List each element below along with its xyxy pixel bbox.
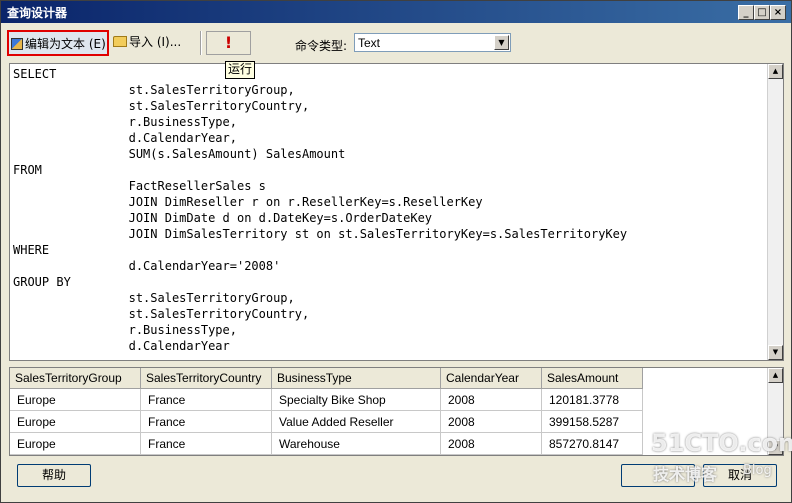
import-button[interactable]: 导入 (I)... bbox=[113, 33, 181, 50]
table-cell: 2008 bbox=[440, 388, 542, 411]
sql-line: FactResellerSales s bbox=[13, 179, 266, 193]
sql-line: st.SalesTerritoryCountry, bbox=[13, 99, 310, 113]
watermark-blog: Blog bbox=[743, 463, 772, 478]
table-row[interactable]: Europe France Value Added Reseller 2008 … bbox=[10, 410, 643, 433]
results-header-row: SalesTerritoryGroup SalesTerritoryCountr… bbox=[10, 368, 643, 389]
sql-line: r.BusinessType, bbox=[13, 115, 237, 129]
edit-as-text-button[interactable]: 编辑为文本 (E) bbox=[7, 30, 109, 56]
scroll-up-icon[interactable]: ▲ bbox=[768, 368, 783, 383]
column-header[interactable]: BusinessType bbox=[271, 368, 441, 389]
help-button[interactable]: 帮助 bbox=[17, 464, 91, 487]
scroll-down-icon[interactable]: ▼ bbox=[768, 345, 783, 360]
sql-line: WHERE bbox=[13, 243, 50, 257]
exclamation-icon: ! bbox=[224, 33, 233, 52]
sql-line: FROM bbox=[13, 163, 42, 177]
folder-open-icon bbox=[113, 36, 127, 47]
table-cell: France bbox=[140, 432, 272, 455]
watermark-text: 技术博客 bbox=[653, 465, 718, 484]
title-bar[interactable]: 查询设计器 _ □ × bbox=[1, 1, 791, 23]
sql-line: d.CalendarYear, bbox=[13, 131, 237, 145]
sql-line: st.SalesTerritoryCountry, bbox=[13, 307, 310, 321]
table-row[interactable]: Europe France Specialty Bike Shop 2008 1… bbox=[10, 388, 643, 411]
command-type-select[interactable]: Text ▼ bbox=[354, 33, 511, 52]
watermark-logo: 51CTO.com bbox=[651, 429, 792, 457]
sql-text[interactable]: SELECT st.SalesTerritoryGroup, st.SalesT… bbox=[13, 66, 627, 354]
column-header[interactable]: SalesTerritoryCountry bbox=[140, 368, 272, 389]
table-cell: Warehouse bbox=[271, 432, 441, 455]
table-row[interactable]: Europe France Warehouse 2008 857270.8147 bbox=[10, 432, 643, 455]
table-cell: Value Added Reseller bbox=[271, 410, 441, 433]
column-header[interactable]: CalendarYear bbox=[440, 368, 542, 389]
column-header[interactable]: SalesAmount bbox=[541, 368, 643, 389]
maximize-icon[interactable]: □ bbox=[754, 5, 770, 20]
sql-line: st.SalesTerritoryGroup, bbox=[13, 83, 295, 97]
table-cell: 857270.8147 bbox=[541, 432, 643, 455]
run-button[interactable]: ! bbox=[206, 31, 251, 55]
table-cell: Europe bbox=[10, 432, 141, 455]
scroll-up-icon[interactable]: ▲ bbox=[768, 64, 783, 79]
table-cell: 399158.5287 bbox=[541, 410, 643, 433]
import-label: 导入 (I)... bbox=[129, 35, 182, 49]
column-header[interactable]: SalesTerritoryGroup bbox=[10, 368, 141, 389]
sql-line: JOIN DimDate d on d.DateKey=s.OrderDateK… bbox=[13, 211, 433, 225]
edit-text-icon bbox=[11, 38, 23, 50]
close-icon[interactable]: × bbox=[770, 5, 786, 20]
chevron-down-icon[interactable]: ▼ bbox=[494, 35, 509, 50]
sql-line: GROUP BY bbox=[13, 275, 71, 289]
sql-line: d.CalendarYear='2008' bbox=[13, 259, 281, 273]
table-cell: France bbox=[140, 410, 272, 433]
sql-scrollbar[interactable]: ▲ ▼ bbox=[767, 64, 783, 360]
results-table: SalesTerritoryGroup SalesTerritoryCountr… bbox=[10, 368, 643, 455]
table-cell: 2008 bbox=[440, 410, 542, 433]
sql-line: r.BusinessType, bbox=[13, 323, 237, 337]
sql-line: SUM(s.SalesAmount) SalesAmount bbox=[13, 147, 346, 161]
table-cell: France bbox=[140, 388, 272, 411]
table-cell: 2008 bbox=[440, 432, 542, 455]
table-cell: Specialty Bike Shop bbox=[271, 388, 441, 411]
query-designer-window: 查询设计器 _ □ × 编辑为文本 (E) 导入 (I)... ! 运行 命令类… bbox=[0, 0, 792, 503]
sql-line: JOIN DimReseller r on r.ResellerKey=s.Re… bbox=[13, 195, 483, 209]
sql-line: JOIN DimSalesTerritory st on st.SalesTer… bbox=[13, 227, 628, 241]
toolbar-separator bbox=[200, 31, 202, 55]
table-cell: 120181.3778 bbox=[541, 388, 643, 411]
table-cell: Europe bbox=[10, 388, 141, 411]
run-tooltip: 运行 bbox=[225, 61, 256, 79]
sql-editor[interactable]: SELECT st.SalesTerritoryGroup, st.SalesT… bbox=[9, 63, 784, 361]
edit-as-text-label: 编辑为文本 (E) bbox=[25, 37, 106, 51]
sql-line: SELECT bbox=[13, 67, 57, 81]
command-type-label: 命令类型: bbox=[295, 39, 348, 53]
sql-line: d.CalendarYear bbox=[13, 339, 230, 353]
minimize-icon[interactable]: _ bbox=[738, 5, 754, 20]
command-type-value: Text bbox=[358, 36, 381, 50]
window-title: 查询设计器 bbox=[7, 6, 68, 20]
table-cell: Europe bbox=[10, 410, 141, 433]
sql-line: st.SalesTerritoryGroup, bbox=[13, 291, 295, 305]
